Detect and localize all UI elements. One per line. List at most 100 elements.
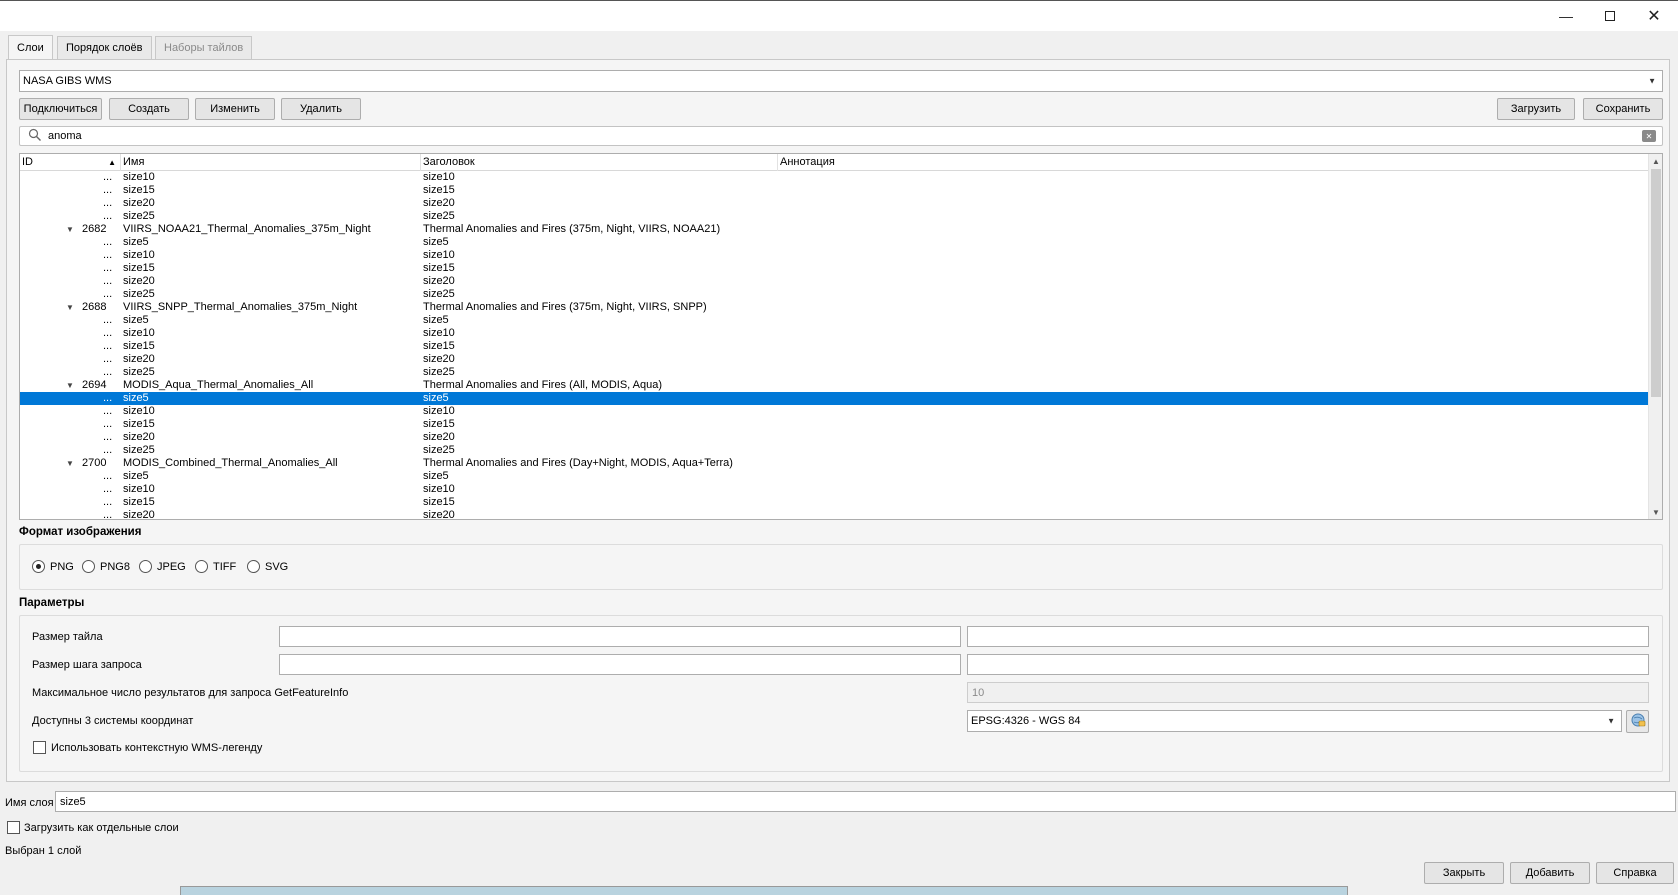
tree-row[interactable]: ... size10 size10	[20, 405, 1650, 418]
column-header-abstract[interactable]: Аннотация	[778, 154, 1650, 171]
tree-row[interactable]: ▼ 2694 MODIS_Aqua_Thermal_Anomalies_All The…	[20, 379, 1650, 392]
tree-row[interactable]: ... size10 size10	[20, 249, 1650, 262]
connection-selected-value: NASA GIBS WMS	[23, 75, 112, 87]
button-label: Изменить	[210, 103, 260, 115]
edit-button[interactable]: Изменить	[195, 98, 275, 120]
scroll-up-icon[interactable]: ▲	[1649, 154, 1662, 168]
tree-row[interactable]: ... size15 size15	[20, 184, 1650, 197]
radio-svg[interactable]: SVG	[247, 560, 288, 573]
row-name: MODIS_Aqua_Thermal_Anomalies_All	[123, 379, 314, 391]
expand-toggle-icon[interactable]: ▼	[66, 301, 74, 314]
scrollbar-thumb[interactable]	[1651, 169, 1661, 397]
tree-row[interactable]: ... size20 size20	[20, 431, 1650, 444]
expand-toggle-icon[interactable]: ▼	[66, 223, 74, 236]
row-ellipsis: ...	[103, 405, 113, 417]
tab-layer-order[interactable]: Порядок слоёв	[57, 36, 152, 59]
tile-width-field[interactable]	[279, 626, 961, 647]
column-header-title[interactable]: Заголовок	[421, 154, 778, 171]
tab-layers[interactable]: Слои	[8, 35, 53, 60]
tree-row[interactable]: ... size5 size5	[20, 314, 1650, 327]
close-icon[interactable]: ✕	[1632, 3, 1676, 29]
add-button[interactable]: Добавить	[1510, 862, 1590, 884]
chevron-down-icon: ▼	[1648, 76, 1656, 86]
tree-row[interactable]: ... size5 size5	[20, 392, 1650, 405]
row-name: size10	[123, 171, 155, 183]
tree-row[interactable]: ▼ 2688 VIIRS_SNPP_Thermal_Anomalies_375m_N…	[20, 301, 1650, 314]
contextual-legend-checkbox[interactable]	[33, 741, 46, 754]
column-header-label: Имя	[123, 156, 145, 168]
crs-select[interactable]: EPSG:4326 - WGS 84 ▼	[967, 710, 1622, 732]
tree-row[interactable]: ▼ 2682 VIIRS_NOAA21_Thermal_Anomalies_375m…	[20, 223, 1650, 236]
tree-row[interactable]: ... size5 size5	[20, 236, 1650, 249]
tree-row[interactable]: ... size20 size20	[20, 353, 1650, 366]
radio-tiff[interactable]: TIFF	[195, 560, 236, 573]
layer-name-field[interactable]: size5	[55, 791, 1676, 812]
crs-select-button[interactable]	[1626, 710, 1649, 733]
help-button[interactable]: Справка	[1596, 862, 1674, 884]
contextual-legend-label: Использовать контекстную WMS-легенду	[51, 742, 263, 754]
row-id: 2694	[82, 379, 107, 391]
tree-row[interactable]: ... size10 size10	[20, 171, 1650, 184]
minimize-icon[interactable]: —	[1544, 3, 1588, 29]
tree-row[interactable]: ... size15 size15	[20, 418, 1650, 431]
tree-row[interactable]: ... size5 size5	[20, 470, 1650, 483]
column-header-name[interactable]: Имя	[121, 154, 421, 171]
search-value: anoma	[48, 130, 82, 142]
tree-row[interactable]: ... size25 size25	[20, 444, 1650, 457]
clear-search-icon[interactable]: ✕	[1642, 130, 1656, 142]
step-height-field[interactable]	[967, 654, 1649, 675]
row-title: size20	[423, 197, 455, 209]
globe-icon	[1630, 712, 1646, 731]
row-ellipsis: ...	[103, 171, 113, 183]
radio-label: SVG	[265, 560, 289, 573]
column-header-id[interactable]: ID ▲	[20, 154, 121, 171]
load-separately-checkbox[interactable]	[7, 821, 20, 834]
row-name: size15	[123, 184, 155, 196]
radio-jpeg[interactable]: JPEG	[139, 560, 186, 573]
tree-row[interactable]: ... size15 size15	[20, 262, 1650, 275]
tree-row[interactable]: ... size20 size20	[20, 509, 1650, 519]
maximize-icon[interactable]	[1588, 3, 1632, 29]
image-format-title: Формат изображения	[19, 526, 142, 538]
layer-name-value: size5	[60, 795, 86, 808]
tile-size-label: Размер тайла	[32, 631, 103, 643]
radio-png[interactable]: PNG	[32, 560, 74, 573]
tree-row[interactable]: ... size15 size15	[20, 496, 1650, 509]
tree-row[interactable]: ... size15 size15	[20, 340, 1650, 353]
delete-button[interactable]: Удалить	[281, 98, 361, 120]
connection-select[interactable]: NASA GIBS WMS ▼	[19, 70, 1663, 92]
save-button[interactable]: Сохранить	[1583, 98, 1663, 120]
max-features-label: Максимальное число результатов для запро…	[32, 687, 349, 699]
tree-row[interactable]: ... size10 size10	[20, 483, 1650, 496]
row-ellipsis: ...	[103, 496, 113, 508]
row-name: size10	[123, 483, 155, 495]
tree-row[interactable]: ... size20 size20	[20, 197, 1650, 210]
tree-row[interactable]: ... size10 size10	[20, 327, 1650, 340]
tree-row[interactable]: ... size25 size25	[20, 288, 1650, 301]
search-input[interactable]: anoma ✕	[19, 126, 1663, 146]
connect-button[interactable]: Подключиться	[19, 98, 102, 120]
row-name: VIIRS_NOAA21_Thermal_Anomalies_375m_Nigh…	[123, 223, 371, 235]
tree-row[interactable]: ... size25 size25	[20, 210, 1650, 223]
row-name: size20	[123, 197, 155, 209]
create-button[interactable]: Создать	[109, 98, 189, 120]
tree-row[interactable]: ... size25 size25	[20, 366, 1650, 379]
expand-toggle-icon[interactable]: ▼	[66, 379, 74, 392]
layers-tree[interactable]: ID ▲ Имя Заголовок Аннотация ... size10 si…	[19, 153, 1663, 520]
load-button[interactable]: Загрузить	[1497, 98, 1575, 120]
crs-label: Доступны 3 системы координат	[32, 715, 194, 727]
tree-scrollbar[interactable]: ▲ ▼	[1648, 154, 1662, 519]
load-separately-label: Загрузить как отдельные слои	[24, 822, 179, 834]
row-title: size15	[423, 262, 455, 274]
row-title: size20	[423, 275, 455, 287]
tile-height-field[interactable]	[967, 626, 1649, 647]
tree-row[interactable]: ▼ 2700 MODIS_Combined_Thermal_Anomalies_Al…	[20, 457, 1650, 470]
close-button[interactable]: Закрыть	[1424, 862, 1504, 884]
radio-png8[interactable]: PNG8	[82, 560, 130, 573]
tab-label: Наборы тайлов	[164, 42, 244, 54]
tree-row[interactable]: ... size20 size20	[20, 275, 1650, 288]
step-width-field[interactable]	[279, 654, 961, 675]
scroll-down-icon[interactable]: ▼	[1649, 505, 1662, 519]
expand-toggle-icon[interactable]: ▼	[66, 457, 74, 470]
row-ellipsis: ...	[103, 483, 113, 495]
